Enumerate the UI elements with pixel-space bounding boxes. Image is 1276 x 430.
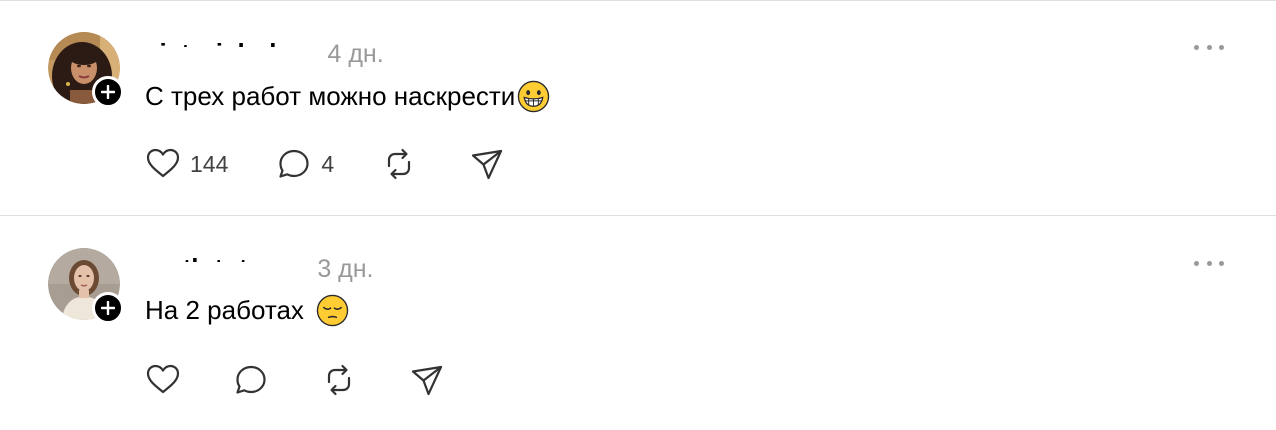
post-text-content: С трех работ можно наскрести <box>145 81 516 111</box>
post-text-content: На 2 работах <box>145 295 304 325</box>
follow-button[interactable] <box>92 76 124 108</box>
comment-bubble-icon <box>279 149 309 178</box>
post-actions <box>145 362 445 398</box>
repost-button[interactable] <box>321 362 357 398</box>
timestamp[interactable]: 3 дн. <box>317 255 373 284</box>
send-paper-plane-icon <box>411 365 443 396</box>
more-dots-icon <box>1219 260 1224 266</box>
more-options-button[interactable] <box>1194 258 1224 268</box>
plus-icon <box>101 301 115 315</box>
plus-icon <box>101 85 115 99</box>
reply-button[interactable]: 4 <box>276 146 334 182</box>
comment-bubble-icon <box>236 365 266 394</box>
post-actions: 144 4 <box>145 146 505 182</box>
share-button[interactable] <box>409 362 445 398</box>
more-dots-icon <box>1194 260 1199 266</box>
like-count: 144 <box>190 150 229 177</box>
repost-button[interactable] <box>381 146 417 182</box>
more-dots-icon <box>1206 260 1212 266</box>
avatar-container[interactable] <box>48 32 124 108</box>
heart-icon <box>146 364 180 394</box>
username[interactable]: victoriabuben <box>145 33 316 63</box>
more-options-button[interactable] <box>1194 42 1224 52</box>
thread-post: math.tutoron 3 дн. На 2 работах <box>0 216 1276 430</box>
post-header: math.tutoron 3 дн. <box>145 248 374 284</box>
repost-arrows-icon <box>327 364 351 396</box>
pensive-face-emoji <box>316 294 349 327</box>
thread-post: victoriabuben 4 дн. С трех работ можно н… <box>0 0 1276 215</box>
post-header: victoriabuben 4 дн. <box>145 33 384 69</box>
reply-count: 4 <box>321 150 335 177</box>
more-dots-icon <box>1206 44 1212 50</box>
avatar-container[interactable] <box>48 248 124 324</box>
follow-button[interactable] <box>92 292 124 324</box>
username[interactable]: math.tutoron <box>145 248 306 278</box>
grinning-face-emoji <box>518 80 550 113</box>
post-text: С трех работ можно наскрести <box>145 80 550 113</box>
repost-arrows-icon <box>388 148 411 180</box>
post-text: На 2 работах <box>145 294 349 327</box>
heart-icon <box>146 148 180 178</box>
send-paper-plane-icon <box>472 149 503 180</box>
timestamp[interactable]: 4 дн. <box>327 40 383 69</box>
reply-button[interactable] <box>233 362 269 398</box>
like-button[interactable]: 144 <box>145 146 228 182</box>
more-dots-icon <box>1219 44 1224 50</box>
like-button[interactable] <box>145 362 181 398</box>
more-dots-icon <box>1194 44 1199 50</box>
threads-replies-feed: victoriabuben 4 дн. С трех работ можно н… <box>0 0 1276 430</box>
share-button[interactable] <box>469 146 505 182</box>
